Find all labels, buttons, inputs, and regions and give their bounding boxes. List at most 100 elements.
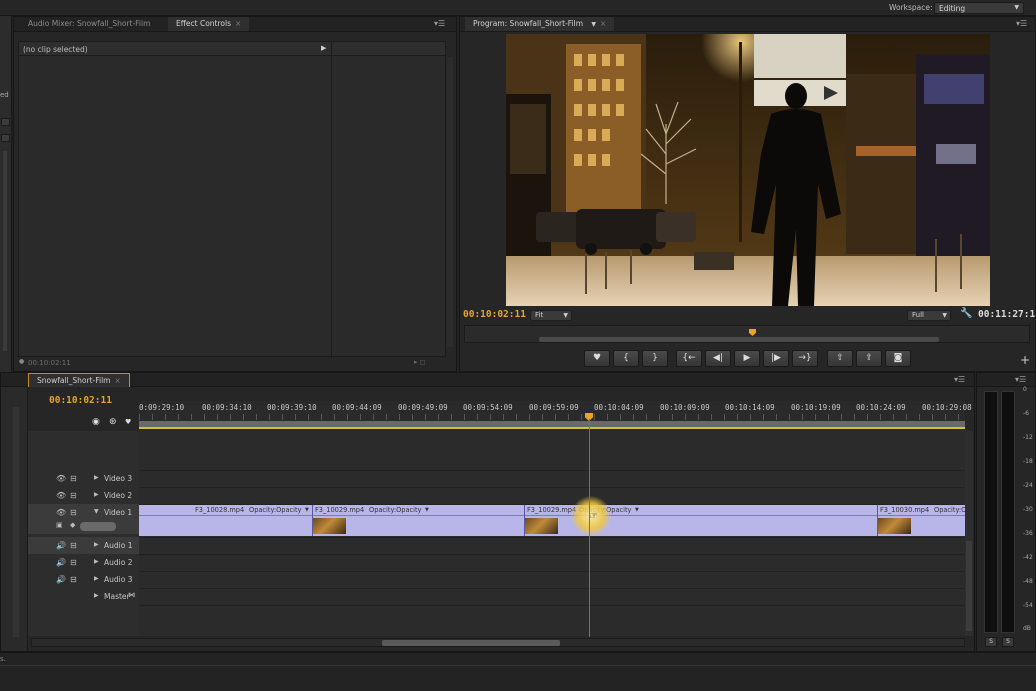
panel-menu-icon[interactable]: ▾☰ [434,19,445,28]
track-master[interactable]: ▶ Master ⋈ [28,588,140,605]
add-button-icon[interactable]: + [1020,353,1030,367]
eye-icon[interactable]: 👁 [56,474,66,483]
video-clip[interactable]: F3_10029.mp4 Opacity:Opacity ▼ [312,505,524,536]
close-icon[interactable]: × [114,376,120,385]
go-to-out-icon: →} [798,353,812,363]
sync-lock-icon[interactable]: ⊟ [70,558,77,567]
step-forward-button[interactable]: |▶ [763,350,789,367]
tab-effect-controls[interactable]: Effect Controls × [168,17,250,31]
playhead-line[interactable] [589,419,590,637]
left-strip-scrollbar[interactable] [13,407,19,637]
link-icon[interactable]: ⊛ [109,417,117,427]
go-to-out-button[interactable]: →} [792,350,818,367]
left-strip-control[interactable] [1,118,10,126]
close-icon[interactable]: × [600,19,606,28]
speaker-icon[interactable]: 🔊 [56,541,66,550]
eye-icon[interactable]: 👁 [56,491,66,500]
fit-dropdown[interactable]: Fit ▼ [530,310,572,321]
expand-triangle-icon[interactable]: ▶ [94,558,99,565]
ruler-label: 00:10:14:09 [725,403,775,412]
program-timecode[interactable]: 00:10:02:11 [463,309,526,320]
speaker-icon[interactable]: 🔊 [56,558,66,567]
expand-triangle-icon[interactable]: ▶ [94,491,99,498]
mark-in-icon: { [623,353,629,363]
quality-dropdown[interactable]: Full ▼ [907,310,951,321]
chevron-down-icon: ▼ [635,507,639,513]
play-button[interactable]: ▶ [734,350,760,367]
expand-triangle-icon[interactable]: ▶ [94,575,99,582]
close-icon[interactable]: × [235,19,241,28]
left-strip-scrollbar[interactable] [3,151,7,351]
sync-lock-icon[interactable]: ⊟ [70,575,77,584]
work-area-bar[interactable] [139,421,965,429]
tab-audio-mixer[interactable]: Audio Mixer: Snowfall_Short-Film [20,17,158,31]
sync-lock-icon[interactable]: ⊟ [70,541,77,550]
clip-effect-dropdown[interactable]: Opacity:Opacity [249,506,301,514]
timeline-vertical-scrollbar[interactable] [965,431,973,636]
solo-right-button[interactable]: S [1002,637,1014,647]
left-strip-control[interactable] [1,134,10,142]
clip-name: F3_10030.mp4 [880,506,930,514]
sync-lock-icon[interactable]: ⊟ [70,474,77,483]
eye-icon[interactable]: 👁 [56,508,66,517]
marker-icon[interactable]: ♥ [125,418,131,426]
keyframe-icon[interactable]: ◆ [70,521,75,529]
step-back-button[interactable]: ◀| [705,350,731,367]
track-video2[interactable]: 👁 ⊟ ▶ Video 2 [28,487,140,504]
snap-icon[interactable]: ◉ [92,417,100,427]
workspace-dropdown[interactable]: Editing ▼ [934,2,1024,14]
panel-menu-icon[interactable]: ▾☰ [1015,375,1026,384]
track-video3[interactable]: 👁 ⊟ ▶ Video 3 [28,470,140,487]
track-audio2[interactable]: 🔊 ⊟ ▶ Audio 2 [28,554,140,571]
ruler-label: 00:10:19:09 [791,403,841,412]
tab-program[interactable]: Program: Snowfall_Short-Film ▼ × [465,17,615,31]
chevron-down-icon: ▼ [305,507,309,513]
video-clip[interactable]: F3_10028.mp4 Opacity:Opacity ▼ [139,505,311,536]
effect-controls-scrollbar[interactable] [447,57,453,347]
extract-button[interactable]: ⇪ [856,350,882,367]
program-mini-ruler[interactable] [464,325,1030,343]
keyframe-nav[interactable] [80,522,116,531]
mini-playhead-marker[interactable] [749,329,756,336]
timeline-timecode[interactable]: 00:10:02:11 [49,395,112,406]
clip-effect-dropdown[interactable]: Opacity:Opacity [369,506,421,514]
collapse-triangle-icon[interactable]: ▼ [94,508,99,515]
sync-lock-icon[interactable]: ⊟ [70,508,77,517]
scroll-thumb[interactable] [966,541,972,631]
meter-scale-label: -12 [1023,434,1033,441]
chevron-down-icon[interactable]: ▼ [591,21,596,28]
panel-menu-icon[interactable]: ▾☰ [954,375,965,384]
clip-name: F3_10029.mp4 [315,506,365,514]
solo-left-button[interactable]: S [985,637,997,647]
speaker-icon[interactable]: 🔊 [56,575,66,584]
mark-in-button[interactable]: { [613,350,639,367]
time-ruler[interactable]: 0:09:29:10 00:09:34:10 00:09:39:10 00:09… [139,401,972,431]
track-audio1[interactable]: 🔊 ⊟ ▶ Audio 1 [28,537,140,554]
timeline-horizontal-scrollbar[interactable] [31,638,965,647]
track-lanes: F3_10028.mp4 Opacity:Opacity ▼ F3_10029.… [139,431,966,636]
display-style-icon[interactable]: ▣ [56,521,63,529]
panel-menu-icon[interactable]: ▾☰ [1016,19,1027,28]
export-frame-button[interactable]: ◙ [885,350,911,367]
lift-button[interactable]: ⇧ [827,350,853,367]
meter-scale-label: -54 [1023,602,1033,609]
expand-arrow-icon[interactable]: ▶ [321,44,326,52]
go-to-in-button[interactable]: {← [676,350,702,367]
track-video1[interactable]: 👁 ⊟ ▼ Video 1 ▣ ◆ [28,504,140,534]
mark-out-button[interactable]: } [642,350,668,367]
video-clip[interactable]: F3_10030.mp4 Opacity:O [877,505,966,536]
sync-lock-icon[interactable]: ⊟ [70,491,77,500]
zoom-scroll-bar[interactable] [539,337,939,342]
wrench-icon[interactable]: 🔧 [960,308,972,319]
add-marker-button[interactable]: ♥ [584,350,610,367]
track-audio3[interactable]: 🔊 ⊟ ▶ Audio 3 [28,571,140,588]
clip-effect-dropdown[interactable]: Opacity:O [934,506,966,514]
effect-controls-footer: ● 00:10:02:11 ▸ ◻ [14,357,456,371]
meter-left-channel [984,391,998,633]
footer-icons[interactable]: ▸ ◻ [414,358,426,366]
expand-triangle-icon[interactable]: ▶ [94,541,99,548]
zoom-scroll-thumb[interactable] [382,640,560,646]
expand-triangle-icon[interactable]: ▶ [94,474,99,481]
tab-sequence[interactable]: Snowfall_Short-Film × [28,373,130,387]
expand-triangle-icon[interactable]: ▶ [94,592,99,599]
